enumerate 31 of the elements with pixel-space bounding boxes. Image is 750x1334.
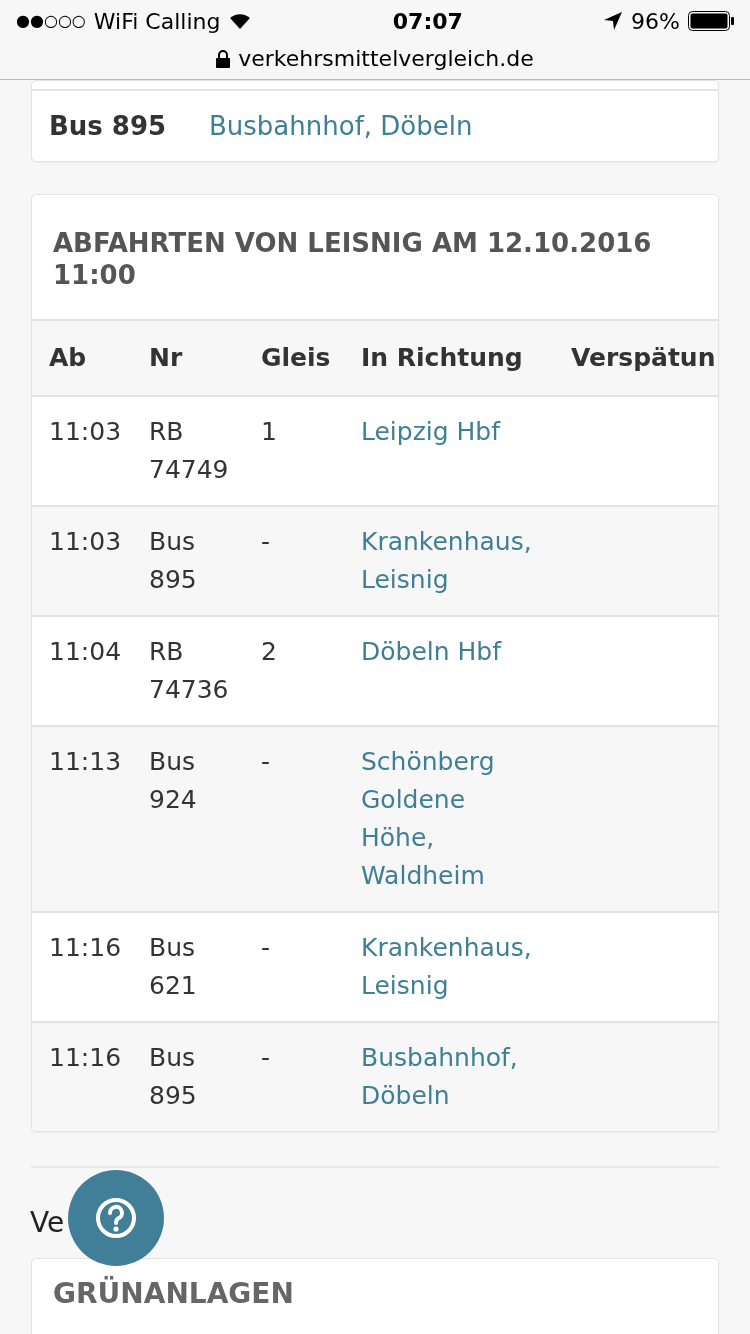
column-header: In Richtung bbox=[344, 321, 554, 396]
column-header: Nr bbox=[132, 321, 244, 396]
table-cell: Bus 924 bbox=[132, 726, 244, 912]
location-arrow-icon bbox=[603, 11, 624, 31]
table-cell: 11:03 bbox=[32, 506, 132, 616]
destination-link[interactable]: Döbeln Hbf bbox=[361, 633, 544, 671]
address-bar-url[interactable]: verkehrsmittelvergleich.de bbox=[238, 42, 534, 75]
column-header: Verspätun bbox=[554, 321, 718, 396]
destination-link[interactable]: Krankenhaus, Leisnig bbox=[361, 929, 544, 1005]
table-cell: Bus 895 bbox=[132, 1022, 244, 1131]
battery-percentage: 96% bbox=[631, 7, 680, 36]
line-label: Bus 895 bbox=[49, 109, 168, 143]
battery-icon bbox=[688, 11, 734, 31]
destination-link[interactable]: Leipzig Hbf bbox=[361, 413, 544, 451]
table-cell: 11:13 bbox=[32, 726, 132, 912]
carrier-name: WiFi Calling bbox=[93, 7, 221, 36]
destination-link[interactable]: Busbahnhof, Döbeln bbox=[209, 106, 473, 146]
table-cell: - bbox=[244, 726, 344, 912]
signal-strength: ●●○○○ bbox=[16, 10, 86, 32]
table-cell: Bus 895 bbox=[132, 506, 244, 616]
help-icon bbox=[94, 1196, 138, 1240]
card-title: GRÜNANLAGEN bbox=[52, 1275, 295, 1312]
lock-icon bbox=[216, 49, 231, 68]
column-header: Gleis bbox=[244, 321, 344, 396]
table-cell: - bbox=[244, 1022, 344, 1131]
column-header: Ab bbox=[32, 321, 132, 396]
table-cell: 11:16 bbox=[32, 1022, 132, 1131]
table-cell: - bbox=[244, 506, 344, 616]
section-heading: Ve bbox=[30, 1206, 65, 1239]
clock-time: 07:07 bbox=[391, 7, 464, 36]
wifi-icon bbox=[228, 12, 253, 30]
